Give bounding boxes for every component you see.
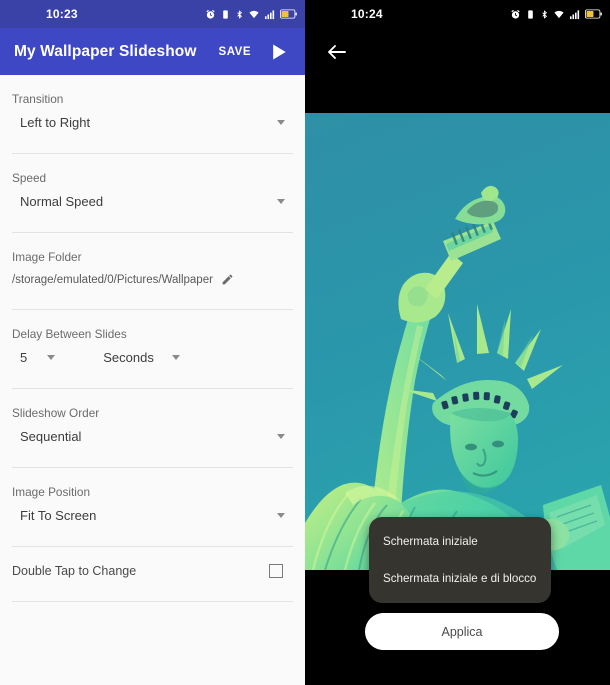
setting-label: Image Folder bbox=[12, 250, 82, 264]
setting-value: Left to Right bbox=[20, 115, 91, 130]
setting-value: Fit To Screen bbox=[20, 508, 97, 523]
signal-icon bbox=[569, 9, 581, 20]
chevron-down-icon[interactable] bbox=[277, 513, 285, 518]
slideshow-order-dropdown[interactable]: Sequential bbox=[12, 420, 293, 444]
alarm-icon bbox=[510, 9, 521, 20]
setting-delay-between-slides[interactable]: Delay Between Slides 5 Seconds bbox=[12, 310, 293, 389]
settings-list: Transition Left to Right Speed Normal Sp… bbox=[0, 75, 305, 685]
menu-item-home-and-lock-screen[interactable]: Schermata iniziale e di blocco bbox=[369, 560, 551, 597]
setting-label: Image Position bbox=[12, 485, 91, 499]
vibrate-icon bbox=[220, 9, 231, 20]
wallpaper-preview-topbar bbox=[305, 28, 610, 113]
back-arrow-icon[interactable] bbox=[325, 40, 349, 64]
status-icon-group bbox=[205, 9, 297, 20]
setting-value: Normal Speed bbox=[20, 194, 104, 209]
image-folder-row[interactable]: /storage/emulated/0/Pictures/Wallpaper bbox=[12, 264, 293, 286]
bluetooth-icon bbox=[235, 9, 244, 20]
page-title: My Wallpaper Slideshow bbox=[14, 42, 197, 60]
image-folder-path: /storage/emulated/0/Pictures/Wallpaper bbox=[12, 273, 213, 286]
chevron-down-icon[interactable] bbox=[277, 434, 285, 439]
delay-controls[interactable]: 5 Seconds bbox=[12, 341, 293, 365]
status-icon-group bbox=[510, 9, 602, 20]
setting-double-tap-to-change[interactable]: Double Tap to Change bbox=[12, 547, 293, 602]
setting-label: Speed bbox=[12, 171, 47, 185]
play-icon[interactable] bbox=[269, 42, 289, 62]
dual-screenshot-container: 10:23 My Wallpaper Slideshow SAVE Transi… bbox=[0, 0, 610, 685]
delay-number-value: 5 bbox=[20, 350, 28, 365]
right-phone-screen: 10:24 Schermata iniziale Schermata inizi… bbox=[305, 0, 610, 685]
signal-icon bbox=[264, 9, 276, 20]
save-button[interactable]: SAVE bbox=[219, 46, 251, 58]
bluetooth-icon bbox=[540, 9, 549, 20]
setting-label: Delay Between Slides bbox=[12, 327, 127, 341]
wallpaper-target-menu[interactable]: Schermata iniziale Schermata iniziale e … bbox=[369, 517, 551, 603]
menu-item-home-screen[interactable]: Schermata iniziale bbox=[369, 523, 551, 560]
right-status-bar: 10:24 bbox=[305, 0, 610, 28]
vibrate-icon bbox=[525, 9, 536, 20]
battery-icon bbox=[280, 9, 297, 19]
chevron-down-icon[interactable] bbox=[171, 355, 180, 360]
chevron-down-icon[interactable] bbox=[277, 199, 285, 204]
image-position-dropdown[interactable]: Fit To Screen bbox=[12, 499, 293, 523]
left-status-bar: 10:23 bbox=[0, 0, 305, 28]
setting-transition[interactable]: Transition Left to Right bbox=[12, 75, 293, 154]
left-phone-screen: 10:23 My Wallpaper Slideshow SAVE Transi… bbox=[0, 0, 305, 685]
status-clock: 10:24 bbox=[351, 7, 383, 21]
status-clock: 10:23 bbox=[46, 7, 78, 21]
setting-label: Slideshow Order bbox=[12, 406, 100, 420]
wallpaper-preview-image[interactable] bbox=[305, 113, 610, 570]
app-bar: My Wallpaper Slideshow SAVE bbox=[0, 28, 305, 75]
chevron-down-icon[interactable] bbox=[277, 120, 285, 125]
transition-dropdown[interactable]: Left to Right bbox=[12, 106, 293, 130]
setting-image-folder[interactable]: Image Folder /storage/emulated/0/Picture… bbox=[12, 233, 293, 310]
wifi-icon bbox=[248, 9, 260, 20]
apply-button[interactable]: Applica bbox=[365, 613, 559, 650]
wifi-icon bbox=[553, 9, 565, 20]
setting-image-position[interactable]: Image Position Fit To Screen bbox=[12, 468, 293, 547]
alarm-icon bbox=[205, 9, 216, 20]
double-tap-checkbox[interactable] bbox=[269, 564, 283, 578]
chevron-down-icon[interactable] bbox=[47, 355, 56, 360]
speed-dropdown[interactable]: Normal Speed bbox=[12, 185, 293, 209]
setting-speed[interactable]: Speed Normal Speed bbox=[12, 154, 293, 233]
delay-unit-value: Seconds bbox=[103, 350, 154, 365]
apply-button-label: Applica bbox=[441, 624, 483, 639]
edit-pencil-icon[interactable] bbox=[221, 273, 234, 286]
setting-label: Double Tap to Change bbox=[12, 564, 137, 578]
double-tap-row[interactable]: Double Tap to Change bbox=[12, 547, 293, 578]
divider bbox=[12, 601, 293, 602]
battery-icon bbox=[585, 9, 602, 19]
setting-label: Transition bbox=[12, 92, 64, 106]
setting-slideshow-order[interactable]: Slideshow Order Sequential bbox=[12, 389, 293, 468]
setting-value: Sequential bbox=[20, 429, 82, 444]
